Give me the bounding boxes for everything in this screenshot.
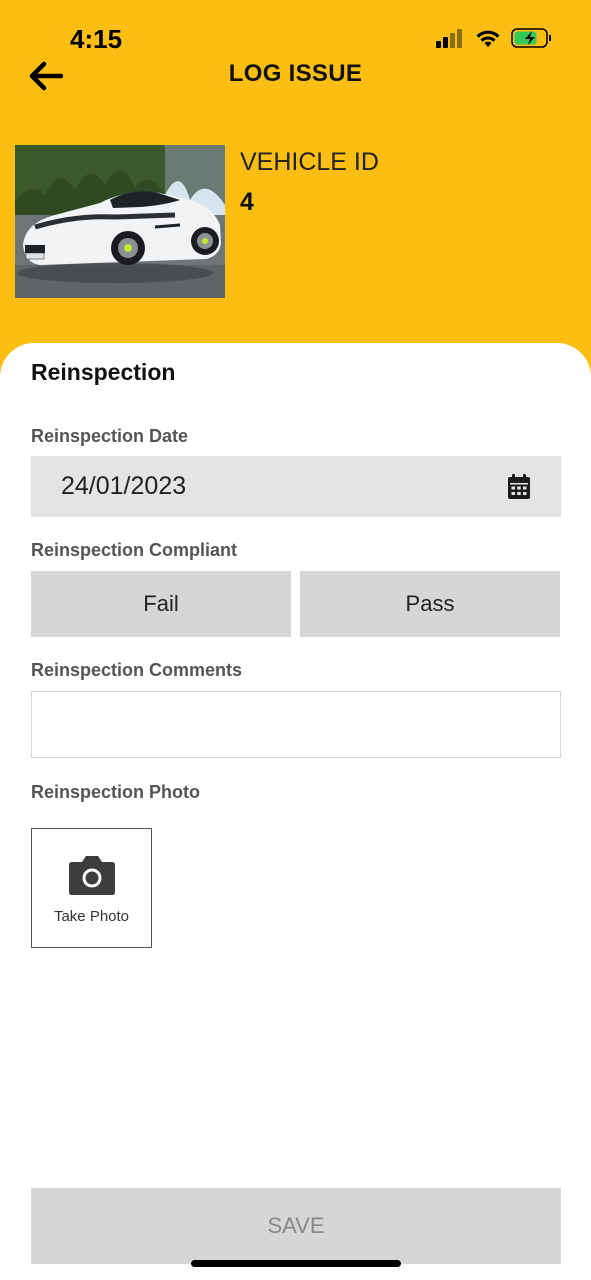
status-time: 4:15 [70, 24, 123, 54]
reinspection-comments-label: Reinspection Comments [31, 660, 243, 680]
take-photo-button[interactable]: Take Photo [31, 828, 152, 948]
sports-car-photo [15, 145, 225, 298]
calendar-icon[interactable] [507, 474, 531, 500]
pass-button[interactable]: Pass [300, 571, 560, 637]
battery-charging-icon [511, 28, 551, 48]
log-issue-screen: 4:15 LOG ISSUE VEHICLE ID 4 Reinspection… [0, 0, 591, 1280]
status-icons [435, 27, 553, 49]
camera-icon [69, 856, 115, 895]
reinspection-photo-label: Reinspection Photo [31, 782, 201, 802]
reinspection-compliant-label: Reinspection Compliant [31, 540, 238, 560]
reinspection-comments-input[interactable] [31, 691, 561, 758]
take-photo-caption: Take Photo [53, 908, 130, 925]
section-title: Reinspection [31, 359, 176, 385]
save-button[interactable]: SAVE [31, 1188, 561, 1264]
vehicle-id-label: VEHICLE ID [240, 148, 379, 176]
cellular-signal-icon [436, 29, 462, 48]
fail-button[interactable]: Fail [31, 571, 291, 637]
reinspection-date-field[interactable]: 24/01/2023 [31, 456, 561, 517]
page-title: LOG ISSUE [228, 60, 363, 87]
vehicle-id-value: 4 [240, 188, 254, 216]
reinspection-date-value: 24/01/2023 [61, 472, 187, 500]
reinspection-date-label: Reinspection Date [31, 426, 189, 446]
home-indicator [191, 1260, 401, 1267]
header: 4:15 LOG ISSUE VEHICLE ID 4 [0, 0, 591, 400]
wifi-icon [476, 30, 500, 47]
